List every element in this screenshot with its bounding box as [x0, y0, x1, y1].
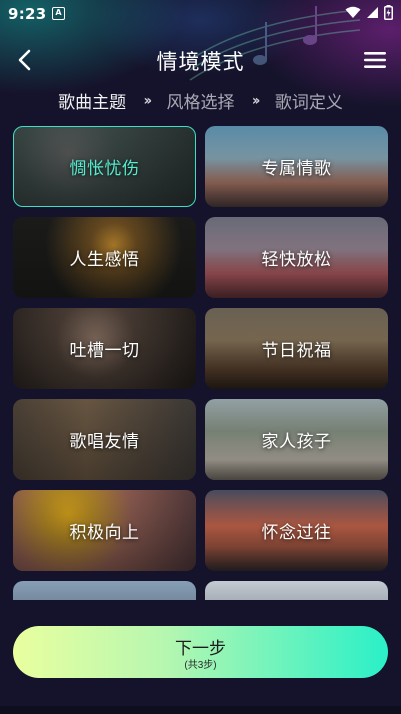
theme-card-partial[interactable] — [13, 581, 196, 600]
theme-card-rant[interactable]: 吐槽一切 — [13, 308, 196, 389]
page-title: 情境模式 — [156, 50, 245, 74]
theme-card-love-song[interactable]: 专属情歌 — [205, 126, 388, 207]
step-indicator: 歌曲主题 ›› 风格选择 ›› 歌词定义 — [0, 88, 401, 114]
status-time: 9:23 — [8, 5, 47, 23]
theme-grid: 惆怅忧伤 专属情歌 人生感悟 轻快放松 吐槽一切 节日祝福 歌唱友情 家人孩子 … — [13, 126, 388, 600]
theme-card-label: 节日祝福 — [261, 341, 332, 361]
notification-badge: A — [52, 7, 65, 20]
battery-charging-icon — [384, 5, 393, 20]
theme-card-holiday[interactable]: 节日祝福 — [205, 308, 388, 389]
signal-icon — [367, 7, 378, 18]
theme-card-label: 轻快放松 — [261, 250, 332, 270]
step-separator-icon: ›› — [251, 92, 260, 109]
theme-card-positive[interactable]: 积极向上 — [13, 490, 196, 571]
theme-card-life-insight[interactable]: 人生感悟 — [13, 217, 196, 298]
theme-card-label: 积极向上 — [69, 523, 140, 543]
theme-card-label: 歌唱友情 — [69, 432, 140, 452]
next-step-button[interactable]: 下一步 (共3步) — [13, 626, 388, 678]
theme-card-partial[interactable] — [205, 581, 388, 600]
theme-card-friendship[interactable]: 歌唱友情 — [13, 399, 196, 480]
theme-card-label: 惆怅忧伤 — [69, 159, 140, 179]
hamburger-menu-icon[interactable] — [363, 49, 387, 71]
theme-card-label: 专属情歌 — [261, 159, 332, 179]
step-song-theme: 歌曲主题 — [58, 93, 127, 113]
theme-card-label: 人生感悟 — [69, 250, 140, 270]
step-lyrics-define: 歌词定义 — [274, 93, 343, 113]
theme-card-melancholy[interactable]: 惆怅忧伤 — [13, 126, 196, 207]
theme-card-label: 吐槽一切 — [69, 341, 140, 361]
step-count-label: (共3步) — [184, 660, 217, 671]
wifi-icon — [345, 6, 361, 18]
theme-card-label: 家人孩子 — [261, 432, 332, 452]
app-header: 情境模式 — [0, 38, 401, 82]
system-icons — [345, 5, 393, 20]
step-separator-icon: ›› — [143, 92, 152, 109]
theme-card-nostalgia[interactable]: 怀念过往 — [205, 490, 388, 571]
bottom-bar — [0, 706, 401, 714]
step-style-select: 风格选择 — [166, 93, 235, 113]
status-bar: 9:23 A — [0, 0, 401, 28]
theme-card-relax[interactable]: 轻快放松 — [205, 217, 388, 298]
theme-card-label: 怀念过往 — [261, 523, 332, 543]
theme-card-family[interactable]: 家人孩子 — [205, 399, 388, 480]
